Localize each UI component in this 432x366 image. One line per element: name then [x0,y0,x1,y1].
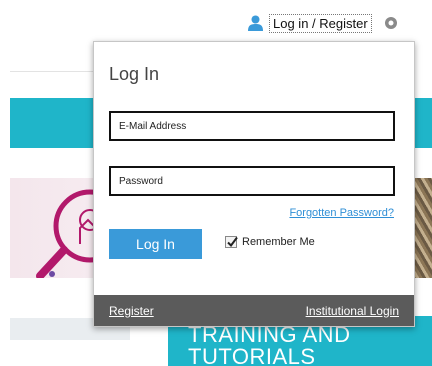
remember-me-toggle[interactable]: Remember Me [225,236,315,248]
user-icon [248,15,263,31]
login-panel: Log In Forgotten Password? Log In Rememb… [93,41,415,327]
circle-toggle-icon[interactable] [384,16,398,30]
institutional-login-link[interactable]: Institutional Login [306,304,399,318]
login-title: Log In [109,64,160,84]
login-register-label[interactable]: Log in / Register [269,13,372,33]
training-tutorials-text: TRAINING AND TUTORIALS [188,322,351,366]
password-field[interactable] [109,166,395,196]
remember-me-label: Remember Me [242,236,315,248]
register-link[interactable]: Register [109,304,154,318]
remember-me-checkbox[interactable] [225,236,238,248]
email-field[interactable] [109,111,395,141]
login-panel-footer: Register Institutional Login [94,295,414,326]
page-divider [10,71,95,72]
forgotten-password-link[interactable]: Forgotten Password? [289,207,394,219]
login-register-link[interactable]: Log in / Register [248,12,398,34]
login-button[interactable]: Log In [109,229,202,259]
checkmark-icon [227,236,238,248]
